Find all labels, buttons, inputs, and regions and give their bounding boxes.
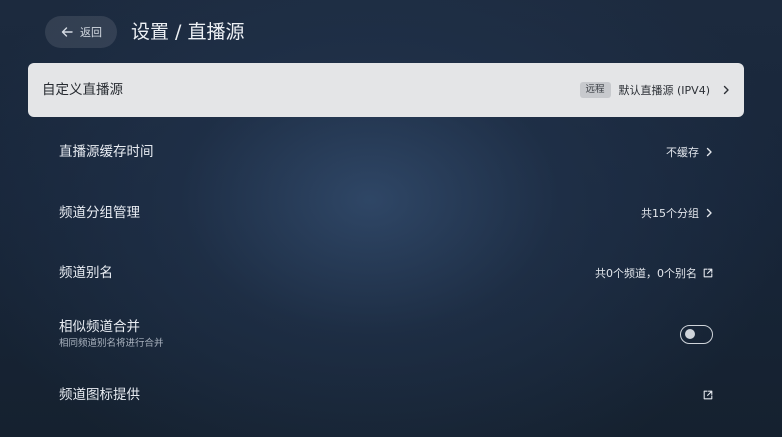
row-title: 频道图标提供 (59, 387, 140, 403)
row-channel-alias[interactable]: 频道别名 共0个频道，0个别名 (28, 246, 744, 300)
chevron-right-icon (706, 147, 712, 157)
row-value: 默认直播源 (IPV4) (618, 84, 710, 97)
row-title: 直播源缓存时间 (59, 144, 154, 160)
row-value: 共0个频道，0个别名 (595, 267, 697, 280)
remote-badge: 远程 (579, 82, 611, 98)
external-link-icon (703, 268, 713, 278)
row-title: 频道别名 (59, 265, 113, 281)
page-title: 设置 / 直播源 (131, 21, 245, 43)
back-button-label: 返回 (80, 26, 102, 39)
row-title: 频道分组管理 (59, 205, 140, 221)
row-value: 不缓存 (666, 146, 699, 159)
row-title: 相似频道合并 (59, 319, 140, 335)
external-link-icon (703, 390, 713, 400)
row-title: 自定义直播源 (42, 82, 123, 98)
row-value: 共15个分组 (641, 207, 699, 220)
row-subtitle: 相同频道别名将进行合并 (59, 338, 164, 349)
arrow-left-icon (61, 27, 73, 37)
chevron-right-icon (723, 85, 729, 95)
row-merge-similar-channels[interactable]: 相似频道合并 相同频道别名将进行合并 (28, 307, 744, 361)
row-channel-groups[interactable]: 频道分组管理 共15个分组 (28, 186, 744, 240)
chevron-right-icon (706, 208, 712, 218)
row-custom-live-source[interactable]: 自定义直播源 远程 默认直播源 (IPV4) (28, 63, 744, 117)
row-cache-time[interactable]: 直播源缓存时间 不缓存 (28, 125, 744, 179)
merge-toggle-switch[interactable] (680, 324, 713, 344)
toggle-knob (685, 328, 695, 339)
back-button[interactable]: 返回 (45, 16, 117, 48)
row-channel-icon-provider[interactable]: 频道图标提供 (28, 368, 744, 422)
